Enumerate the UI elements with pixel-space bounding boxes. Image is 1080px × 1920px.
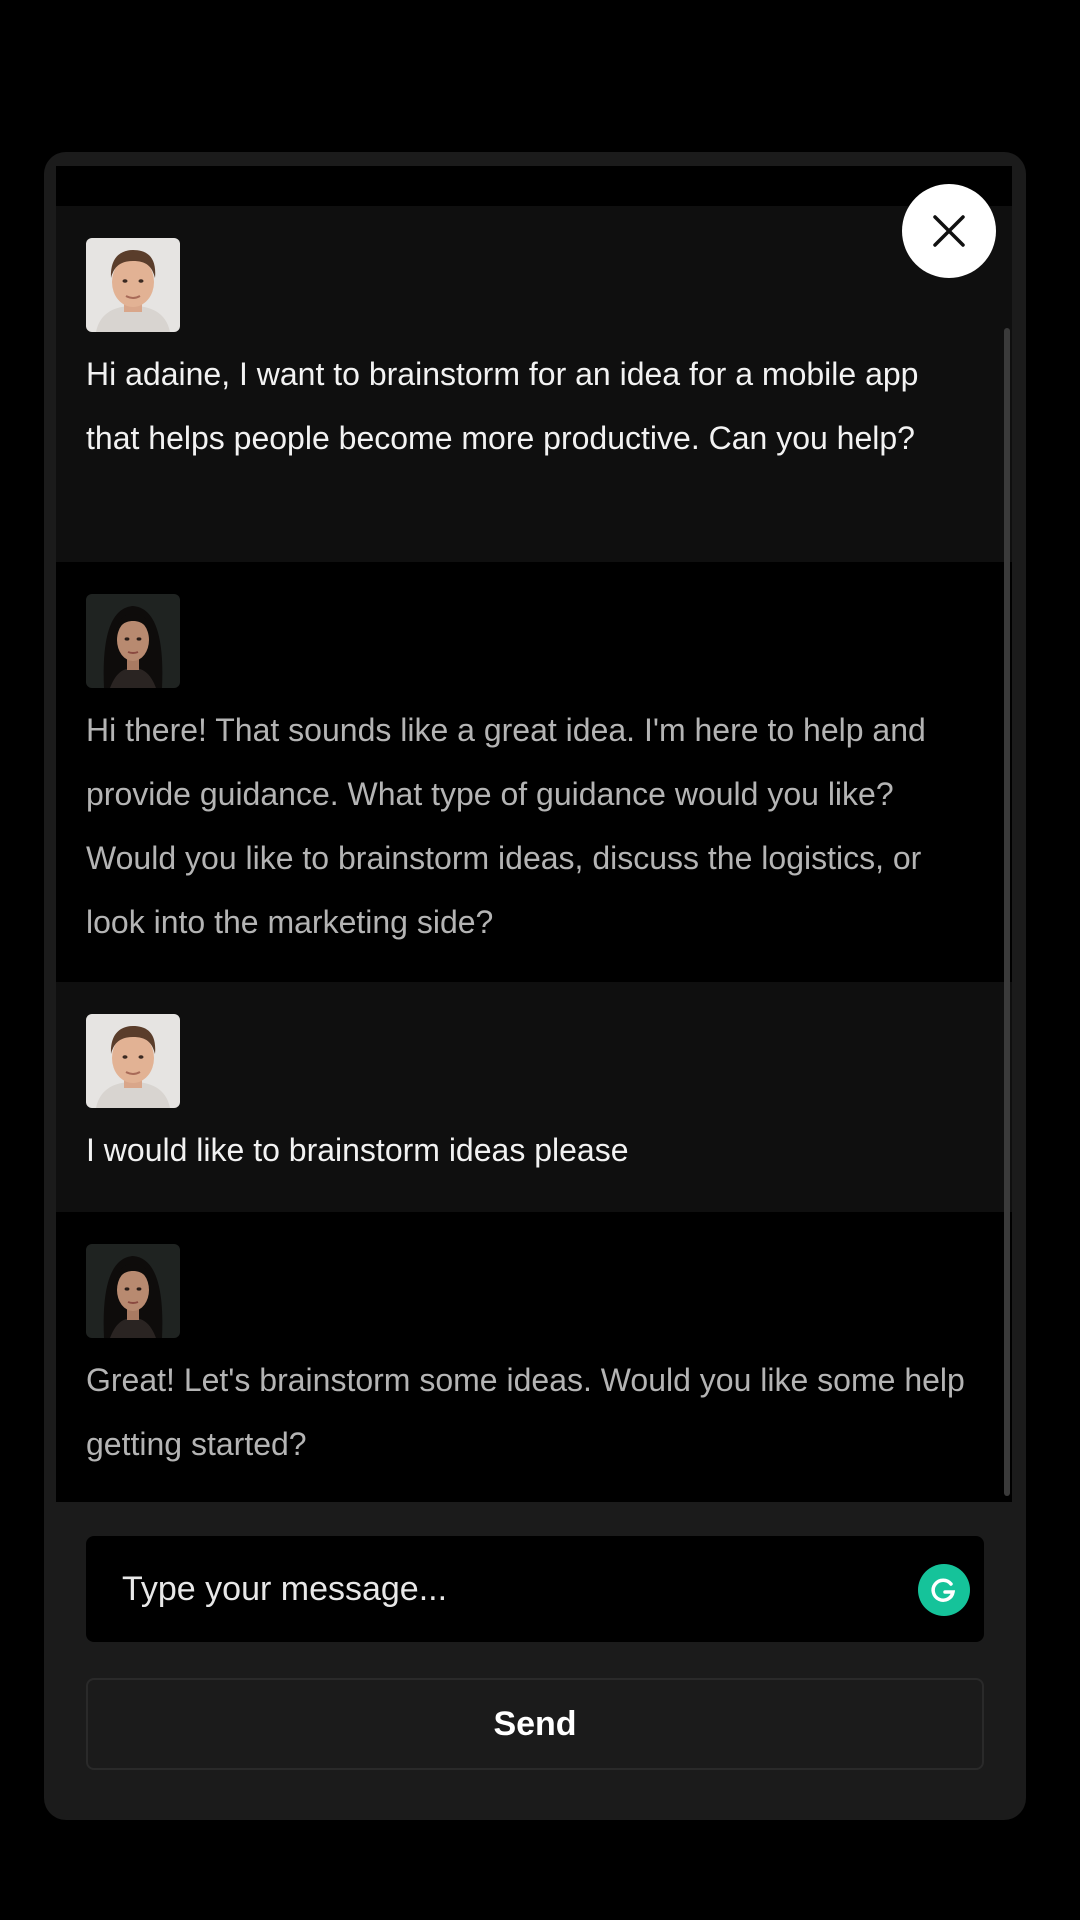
user-avatar: [86, 1014, 180, 1108]
message-text: I would like to brainstorm ideas please: [86, 1132, 629, 1168]
user-avatar: [86, 238, 180, 332]
send-button[interactable]: Send: [86, 1678, 984, 1770]
close-button[interactable]: [902, 184, 996, 278]
message-text: Hi adaine, I want to brainstorm for an i…: [86, 356, 919, 456]
assistant-message: Hi there! That sounds like a great idea.…: [56, 562, 1012, 982]
user-message: I would like to brainstorm ideas please: [56, 982, 1012, 1212]
chat-window: Hi adaine, I want to brainstorm for an i…: [44, 152, 1026, 1820]
chat-header-strip: [56, 166, 1012, 206]
message-text: Great! Let's brainstorm some ideas. Woul…: [86, 1362, 965, 1462]
close-icon: [933, 215, 965, 247]
assistant-avatar: [86, 594, 180, 688]
assistant-message: Great! Let's brainstorm some ideas. Woul…: [56, 1212, 1012, 1502]
message-input[interactable]: [86, 1536, 906, 1642]
message-list: Hi adaine, I want to brainstorm for an i…: [56, 206, 1012, 1502]
grammarly-icon[interactable]: [918, 1564, 970, 1616]
user-message: Hi adaine, I want to brainstorm for an i…: [56, 206, 1012, 562]
message-text: Hi there! That sounds like a great idea.…: [86, 712, 926, 940]
assistant-avatar: [86, 1244, 180, 1338]
message-input-box: [86, 1536, 984, 1642]
message-list-scrollbar[interactable]: [1004, 328, 1010, 1496]
